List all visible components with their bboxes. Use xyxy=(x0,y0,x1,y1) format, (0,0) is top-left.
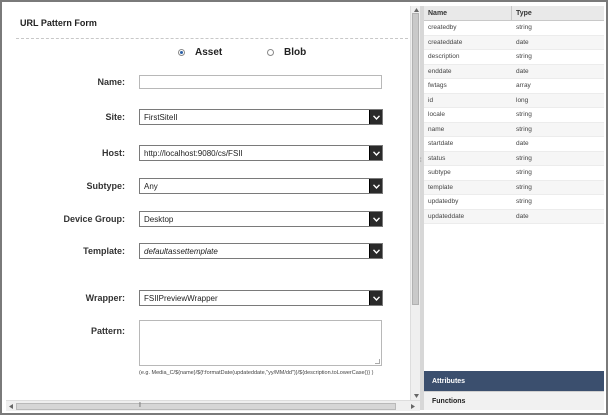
url-pattern-form: URL Pattern Form Asset Blob Name: Site: … xyxy=(6,6,410,400)
table-row[interactable]: fwtags array xyxy=(424,79,604,94)
device-group-label: Device Group: xyxy=(63,214,125,224)
subtype-value: Any xyxy=(144,181,158,191)
table-row[interactable]: locale string xyxy=(424,108,604,123)
subtype-select[interactable]: Any xyxy=(139,178,383,194)
attribute-type: string xyxy=(516,198,532,206)
attribute-name: enddate xyxy=(428,67,452,75)
attribute-type: string xyxy=(516,111,532,119)
form-vertical-scrollbar[interactable] xyxy=(410,6,420,400)
horizontal-scroll-thumb[interactable] xyxy=(16,403,396,410)
attributes-panel: Name Type createdby string createddate date… xyxy=(424,6,604,372)
attribute-type: date xyxy=(516,140,529,148)
attribute-type: date xyxy=(516,38,529,46)
name-field[interactable] xyxy=(139,75,382,89)
site-select[interactable]: FirstSiteII xyxy=(139,109,383,125)
attribute-name: updateddate xyxy=(428,212,465,220)
attribute-name: updatedby xyxy=(428,198,459,206)
attribute-name: template xyxy=(428,183,453,191)
device-group-value: Desktop xyxy=(144,214,174,224)
attribute-type: string xyxy=(516,169,532,177)
subtype-label: Subtype: xyxy=(86,181,125,191)
attribute-type: date xyxy=(516,67,529,75)
radio-asset-label: Asset xyxy=(195,47,223,58)
chevron-down-icon[interactable] xyxy=(369,212,382,226)
attribute-type: string xyxy=(516,154,532,162)
attribute-name: name xyxy=(428,125,445,133)
attribute-name: id xyxy=(428,96,434,104)
table-row[interactable]: updateddate date xyxy=(424,209,604,224)
column-header-name[interactable]: Name xyxy=(424,6,512,20)
radio-unselected-icon xyxy=(267,49,274,56)
attribute-name: description xyxy=(428,53,460,61)
table-row[interactable]: subtype string xyxy=(424,166,604,181)
arrow-left-icon[interactable] xyxy=(6,402,16,410)
host-value: http://localhost:9080/cs/FSII xyxy=(144,148,243,158)
site-value: FirstSiteII xyxy=(144,112,178,122)
name-label: Name: xyxy=(97,77,125,87)
attribute-name: subtype xyxy=(428,169,451,177)
wrapper-value: FSIIPreviewWrapper xyxy=(144,293,218,303)
pattern-label: Pattern: xyxy=(90,326,125,336)
chevron-down-icon[interactable] xyxy=(369,244,382,258)
chevron-down-icon[interactable] xyxy=(369,179,382,193)
attribute-type: array xyxy=(516,82,531,90)
url-pattern-window: URL Pattern Form Asset Blob Name: Site: … xyxy=(0,0,608,415)
site-label: Site: xyxy=(105,112,125,122)
tab-attributes[interactable]: Attributes xyxy=(424,371,604,391)
attribute-type: string xyxy=(516,125,532,133)
table-row[interactable]: enddate date xyxy=(424,64,604,79)
radio-blob[interactable]: Blob xyxy=(267,47,306,58)
attribute-type: string xyxy=(516,53,532,61)
table-row[interactable]: template string xyxy=(424,180,604,195)
table-row[interactable]: createddate date xyxy=(424,35,604,50)
attribute-type: long xyxy=(516,96,529,104)
radio-selected-icon xyxy=(178,49,185,56)
table-row[interactable]: createdby string xyxy=(424,21,604,36)
host-label: Host: xyxy=(102,148,125,158)
scroll-grip-icon: ||| xyxy=(139,402,141,408)
table-row[interactable]: status string xyxy=(424,151,604,166)
tab-functions[interactable]: Functions xyxy=(424,391,604,410)
form-horizontal-scrollbar[interactable]: ||| xyxy=(6,400,420,411)
table-row[interactable]: description string xyxy=(424,50,604,65)
attribute-type: string xyxy=(516,24,532,32)
attribute-name: startdate xyxy=(428,140,454,148)
attribute-name: locale xyxy=(428,111,445,119)
template-label: Template: xyxy=(83,246,125,256)
resize-grip-icon[interactable] xyxy=(375,359,380,364)
chevron-down-icon[interactable] xyxy=(369,110,382,124)
vertical-scroll-thumb[interactable] xyxy=(412,13,419,305)
chevron-down-icon[interactable] xyxy=(369,291,382,305)
table-row[interactable]: updatedby string xyxy=(424,195,604,210)
wrapper-label: Wrapper: xyxy=(85,293,125,303)
column-header-type[interactable]: Type xyxy=(512,6,532,20)
pattern-hint: (e.g. Media_C/${name}/${f:formatDate(upd… xyxy=(139,370,374,376)
wrapper-select[interactable]: FSIIPreviewWrapper xyxy=(139,290,383,306)
attribute-type: string xyxy=(516,183,532,191)
attribute-name: status xyxy=(428,154,446,162)
chevron-down-icon[interactable] xyxy=(369,146,382,160)
template-select[interactable]: defaultassettemplate xyxy=(139,243,383,259)
template-value: defaultassettemplate xyxy=(144,246,218,256)
arrow-right-icon[interactable] xyxy=(408,402,418,410)
attribute-type: date xyxy=(516,212,529,220)
title-divider xyxy=(16,38,408,39)
table-row[interactable]: name string xyxy=(424,122,604,137)
host-select[interactable]: http://localhost:9080/cs/FSII xyxy=(139,145,383,161)
attribute-name: createddate xyxy=(428,38,463,46)
attributes-table-body: createdby string createddate date descriptio… xyxy=(424,21,604,224)
attribute-name: fwtags xyxy=(428,82,447,90)
table-row[interactable]: id long xyxy=(424,93,604,108)
device-group-select[interactable]: Desktop xyxy=(139,211,383,227)
table-row[interactable]: startdate date xyxy=(424,137,604,152)
attribute-name: createdby xyxy=(428,24,457,32)
splitter-handle-icon[interactable]: ⁞ xyxy=(420,158,422,164)
attributes-table-header: Name Type xyxy=(424,6,604,21)
form-title: URL Pattern Form xyxy=(20,18,97,28)
pattern-textarea[interactable] xyxy=(139,320,382,366)
radio-asset[interactable]: Asset xyxy=(178,47,222,58)
radio-blob-label: Blob xyxy=(284,47,307,58)
